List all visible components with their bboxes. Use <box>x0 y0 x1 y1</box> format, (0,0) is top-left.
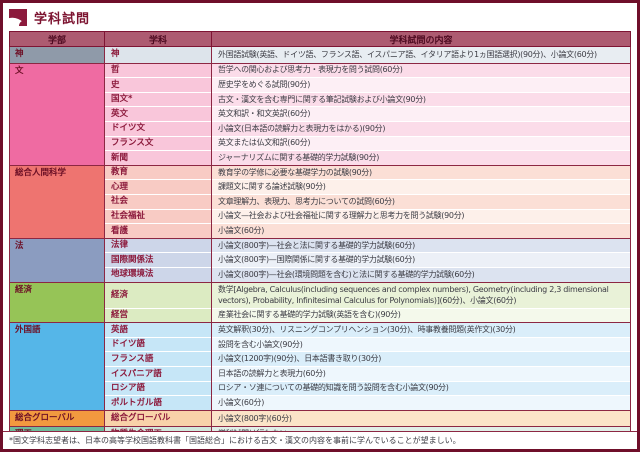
exam-content-cell: 数学[Algebra, Calculus(including sequences… <box>211 281 631 309</box>
exam-content-cell: 小論文(日本語の読解力と表現力をはかる)(90分) <box>211 120 631 137</box>
page: 学科試問 学部 学科 学科試問の内容 神神外国語試験(英語、ドイツ語、フランス語… <box>0 0 640 452</box>
department-cell: ポルトガル語 <box>104 395 212 411</box>
exam-content-cell: 小論文(60分) <box>211 223 631 239</box>
exam-content-cell: 小論文—社会および社会福祉に関する理解力と思考力を問う試験(90分) <box>211 208 631 224</box>
exam-row: 神神外国語試験(英語、ドイツ語、フランス語、イスパニア語、イタリア語より1ヵ国語… <box>9 46 631 64</box>
exam-content-cell: 哲学への関心および思考力・表現力を問う試問(60分) <box>211 62 631 78</box>
department-cell: 史 <box>104 77 212 93</box>
department-cell: 国文* <box>104 91 212 107</box>
exam-content-cell: ジャーナリズムに関する基礎的学力試験(90分) <box>211 150 631 166</box>
logo-corner-shape <box>19 20 27 26</box>
faculty-cell: 総合人間科学 <box>9 164 105 239</box>
faculty-cell: 神 <box>9 46 105 64</box>
exam-content-cell: 英文解釈(30分)、リスニングコンプリヘンション(30分)、時事教養問題(英作文… <box>211 322 631 338</box>
department-cell: 経営 <box>104 307 212 323</box>
department-cell: 新聞 <box>104 150 212 166</box>
exam-content-cell: 小論文(800字)—国際関係に関する基礎的学力試験(60分) <box>211 252 631 268</box>
exam-content-cell: 文章理解力、表現力、思考力についての試問(60分) <box>211 193 631 210</box>
page-title: 学科試問 <box>34 12 91 27</box>
exam-content-cell: 日本語の読解力と表現力(60分) <box>211 366 631 382</box>
department-cell: 神 <box>104 46 212 64</box>
exam-row: 外国語 英語 英文解釈(30分)、リスニングコンプリヘンション(30分)、時事教養問… <box>9 322 631 411</box>
department-cell: 哲 <box>104 62 212 78</box>
exam-content-cell: 小論文(60分) <box>211 395 631 411</box>
exam-table: 学部 学科 学科試問の内容 神神外国語試験(英語、ドイツ語、フランス語、イスパニ… <box>9 31 631 449</box>
col-header-exam-content: 学科試問の内容 <box>211 31 631 47</box>
department-cell: 社会福祉 <box>104 208 212 224</box>
department-cell: 国際関係法 <box>104 252 212 268</box>
department-cell: 法律 <box>104 237 212 253</box>
exam-row: 総合グローバル 総合グローバル 小論文(800字)(60分) <box>9 409 631 427</box>
brand-logo-icon <box>9 9 27 26</box>
exam-content-cell: 歴史学をめぐる試問(90分) <box>211 77 631 93</box>
department-cell: ドイツ文 <box>104 120 212 137</box>
exam-content-cell: ロシア・ソ連についての基礎的知識を問う設問を含む小論文(90分) <box>211 380 631 396</box>
department-cell: ドイツ語 <box>104 336 212 352</box>
faculty-cell: 法 <box>9 237 105 282</box>
exam-content-cell: 英文または仏文和訳(60分) <box>211 135 631 151</box>
exam-content-cell: 設問を含む小論文(90分) <box>211 336 631 352</box>
exam-content-cell: 古文・漢文を含む専門に関する筆記試験および小論文(90分) <box>211 91 631 107</box>
department-cell: 総合グローバル <box>104 409 212 427</box>
exam-content-cell: 外国語試験(英語、ドイツ語、フランス語、イスパニア語、イタリア語より1ヵ国語選択… <box>211 46 631 64</box>
faculty-cell: 文 <box>9 62 105 166</box>
exam-row: 文哲哲学への関心および思考力・表現力を問う試問(60分) <box>9 62 631 166</box>
exam-row: 総合人間科学 教育 教育学の学修に必要な基礎学力の試験(90分) <box>9 164 631 239</box>
exam-content-cell: 英文和訳・和文英訳(60分) <box>211 106 631 122</box>
department-cell: フランス文 <box>104 135 212 151</box>
department-cell: 教育 <box>104 164 212 180</box>
faculty-cell: 経済 <box>9 281 105 323</box>
department-cell: ロシア語 <box>104 380 212 396</box>
exam-content-cell: 産業社会に関する基礎的学力試験(英語を含む)(90分) <box>211 307 631 323</box>
table-header-row: 学部 学科 学科試問の内容 <box>9 31 631 47</box>
exam-row: 経済 経済 数学[Algebra, Calculus(including seque… <box>9 281 631 323</box>
faculty-cell: 総合グローバル <box>9 409 105 427</box>
faculty-cell: 外国語 <box>9 322 105 411</box>
department-cell: 社会 <box>104 193 212 210</box>
table-body: 神神外国語試験(英語、ドイツ語、フランス語、イスパニア語、イタリア語より1ヵ国語… <box>9 46 631 449</box>
exam-content-cell: 小論文(800字)—社会と法に関する基礎的学力試験(60分) <box>211 237 631 253</box>
department-cell: イスパニア語 <box>104 366 212 382</box>
department-cell: 英語 <box>104 322 212 338</box>
exam-content-cell: 小論文(800字)(60分) <box>211 409 631 427</box>
exam-content-cell: 教育学の学修に必要な基礎学力の試験(90分) <box>211 164 631 180</box>
department-cell: 心理 <box>104 179 212 195</box>
exam-content-cell: 小論文(800字)—社会(環境問題を含む)と法に関する基礎的学力試験(60分) <box>211 266 631 282</box>
footnote: *国文学科志望者は、日本の高等学校国語教科書「国語総合」における古文・漢文の内容… <box>3 431 637 449</box>
col-header-department: 学科 <box>104 31 212 47</box>
exam-content-cell: 小論文(1200字)(90分)、日本語書き取り(30分) <box>211 351 631 367</box>
department-cell: 地球環境法 <box>104 266 212 282</box>
title-bar: 学科試問 <box>3 3 637 30</box>
exam-row: 法法律 小論文(800字)—社会と法に関する基礎的学力試験(60分) <box>9 237 631 282</box>
department-cell: 英文 <box>104 106 212 122</box>
department-cell: 看護 <box>104 223 212 239</box>
exam-content-cell: 課題文に関する論述試験(90分) <box>211 179 631 195</box>
col-header-faculty: 学部 <box>9 31 105 47</box>
department-cell: 経済 <box>104 281 212 309</box>
department-cell: フランス語 <box>104 351 212 367</box>
